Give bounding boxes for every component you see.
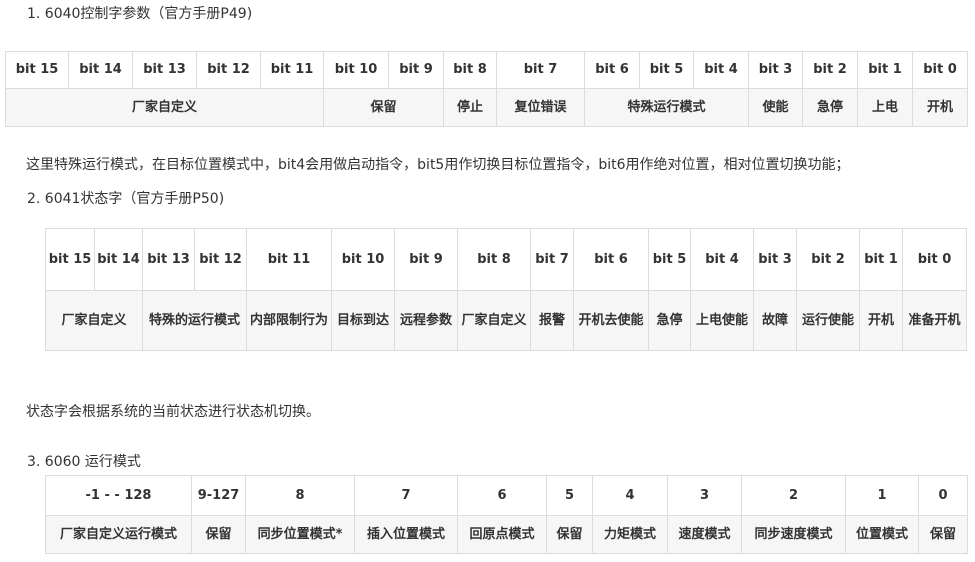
sw-special-mode: 特殊的运行模式 [142,290,247,351]
mode-code-2: 2 [741,475,846,516]
sw-bit12: bit 12 [194,228,247,291]
mode-code-3: 3 [667,475,742,516]
mode-velocity: 速度模式 [667,515,742,554]
mode-code-6: 6 [457,475,547,516]
cw-bit8: bit 8 [443,51,497,89]
cw-bit2: bit 2 [802,51,858,89]
sw-operation-enabled: 运行使能 [796,290,860,351]
cw-bit4: bit 4 [693,51,749,89]
cw-bit12: bit 12 [196,51,261,89]
mode-sync-position: 同步位置模式* [245,515,355,554]
cw-vendor-defined: 厂家自定义 [5,88,324,127]
mode-vendor-defined: 厂家自定义运行模式 [45,515,192,554]
sw-vendor-defined-bit8: 厂家自定义 [457,290,531,351]
mode-reserved-0: 保留 [918,515,968,554]
cw-fault-reset: 复位错误 [496,88,585,127]
mode-torque: 力矩模式 [592,515,668,554]
cw-bit1: bit 1 [857,51,913,89]
sw-bit11: bit 11 [246,228,332,291]
sw-bit1: bit 1 [859,228,903,291]
cw-bit0: bit 0 [912,51,968,89]
sw-voltage-enabled: 上电使能 [690,290,754,351]
cw-bit15: bit 15 [5,51,69,89]
sw-bit6: bit 6 [573,228,649,291]
sw-bit5: bit 5 [648,228,691,291]
sw-vendor-defined: 厂家自定义 [45,290,143,351]
cw-bit11: bit 11 [260,51,324,89]
cw-bit7: bit 7 [496,51,585,89]
cw-bit3: bit 3 [748,51,803,89]
sw-internal-limit: 内部限制行为 [246,290,332,351]
mode-sync-velocity: 同步速度模式 [741,515,846,554]
section3-heading: 3. 6060 运行模式 [27,454,141,470]
cw-special-mode: 特殊运行模式 [584,88,749,127]
mode-code-4: 4 [592,475,668,516]
mode-code-vendor: -1 - - 128 [45,475,192,516]
cw-quick-stop: 急停 [802,88,858,127]
cw-bit9: bit 9 [388,51,444,89]
sw-bit14: bit 14 [94,228,143,291]
cw-halt: 停止 [443,88,497,127]
sw-fault: 故障 [753,290,797,351]
mode-code-5: 5 [546,475,593,516]
mode-position: 位置模式 [845,515,919,554]
sw-target-reached: 目标到达 [331,290,395,351]
sw-bit13: bit 13 [142,228,195,291]
statusword-note: 状态字会根据系统的当前状态进行状态机切换。 [26,404,320,420]
mode-code-7: 7 [354,475,458,516]
sw-bit0: bit 0 [902,228,967,291]
cw-enable: 使能 [748,88,803,127]
cw-reserved: 保留 [323,88,444,127]
sw-bit15: bit 15 [45,228,95,291]
sw-quick-stop: 急停 [648,290,691,351]
mode-interpolated-position: 插入位置模式 [354,515,458,554]
sw-bit4: bit 4 [690,228,754,291]
sw-remote: 远程参数 [394,290,458,351]
mode-reserved-range: 保留 [191,515,246,554]
sw-bit7: bit 7 [530,228,574,291]
cw-bit5: bit 5 [639,51,694,89]
sw-warning: 报警 [530,290,574,351]
sw-bit9: bit 9 [394,228,458,291]
sw-bit8: bit 8 [457,228,531,291]
cw-bit13: bit 13 [132,51,197,89]
mode-reserved-5: 保留 [546,515,593,554]
sw-switch-on-disabled: 开机去使能 [573,290,649,351]
cw-bit10: bit 10 [323,51,389,89]
operation-mode-table: -1 - - 128 9-127 8 7 6 5 4 3 2 1 0 厂家自定义… [45,475,968,554]
cw-power-on: 上电 [857,88,913,127]
controlword-table: bit 15 bit 14 bit 13 bit 12 bit 11 bit 1… [5,51,968,127]
sw-switched-on: 开机 [859,290,903,351]
mode-code-0: 0 [918,475,968,516]
cw-bit14: bit 14 [68,51,133,89]
mode-code-1: 1 [845,475,919,516]
cw-bit6: bit 6 [584,51,640,89]
cw-switch-on: 开机 [912,88,968,127]
sw-bit2: bit 2 [796,228,860,291]
mode-code-8: 8 [245,475,355,516]
sw-bit10: bit 10 [331,228,395,291]
section2-heading: 2. 6041状态字（官方手册P50) [27,191,225,207]
section1-heading: 1. 6040控制字参数（官方手册P49) [27,6,253,22]
statusword-table: bit 15 bit 14 bit 13 bit 12 bit 11 bit 1… [45,228,967,351]
sw-bit3: bit 3 [753,228,797,291]
mode-homing: 回原点模式 [457,515,547,554]
mode-code-reserved-range: 9-127 [191,475,246,516]
controlword-note: 这里特殊运行模式，在目标位置模式中，bit4会用做启动指令，bit5用作切换目标… [26,157,850,173]
sw-ready-to-switch-on: 准备开机 [902,290,967,351]
